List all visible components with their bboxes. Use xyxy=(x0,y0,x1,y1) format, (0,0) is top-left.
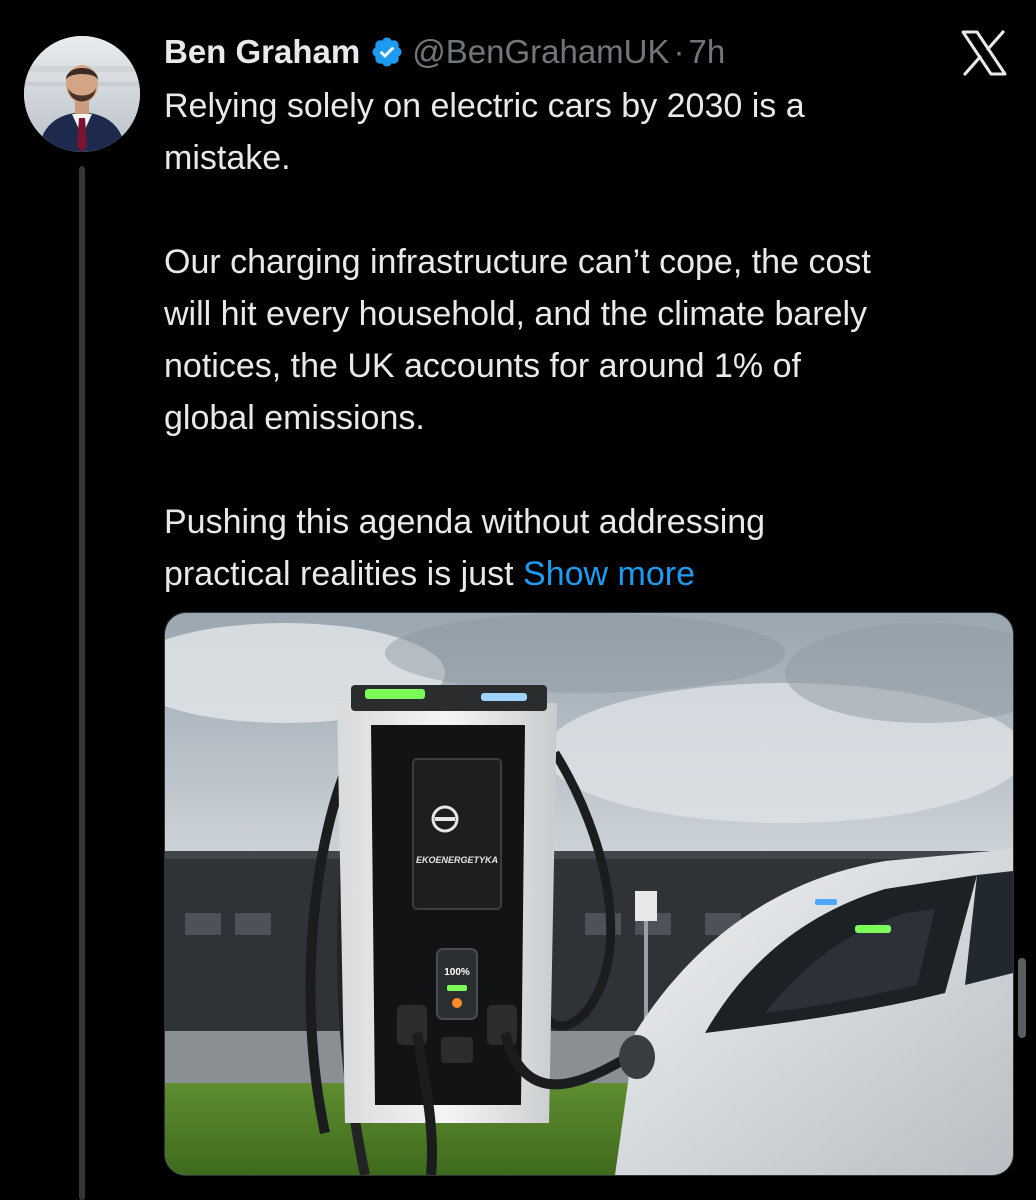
tweet-header: Ben Graham @BenGrahamUK · 7h xyxy=(164,28,725,76)
author-handle[interactable]: @BenGrahamUK xyxy=(412,33,669,71)
tweet-media-image[interactable]: EKOENERGETYKA 100% xyxy=(164,612,1014,1176)
avatar[interactable] xyxy=(24,36,140,152)
ev-charger-photo: EKOENERGETYKA 100% xyxy=(165,613,1013,1175)
x-logo-icon xyxy=(960,30,1008,76)
tweet-timestamp[interactable]: 7h xyxy=(689,33,726,71)
show-more-link[interactable]: Show more xyxy=(523,555,695,593)
author-display-name[interactable]: Ben Graham xyxy=(164,33,360,71)
avatar-photo xyxy=(24,36,140,152)
scrollbar[interactable] xyxy=(1018,958,1026,1038)
tweet[interactable]: Ben Graham @BenGrahamUK · 7h Relying sol… xyxy=(0,0,1036,1200)
verified-badge-icon[interactable] xyxy=(370,35,404,69)
tweet-body-text: Relying solely on electric cars by 2030 … xyxy=(164,87,871,593)
tweet-text: Relying solely on electric cars by 2030 … xyxy=(164,80,1014,600)
separator-dot: · xyxy=(673,33,685,70)
charge-level-readout: 100% xyxy=(444,967,470,978)
charger-brand-label: EKOENERGETYKA xyxy=(416,855,498,865)
thread-connector-line xyxy=(79,166,85,1200)
